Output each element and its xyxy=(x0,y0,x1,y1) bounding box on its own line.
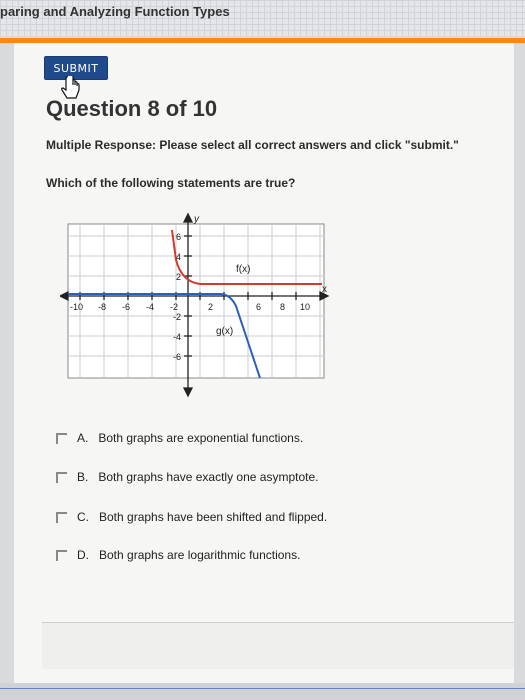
option-letter: D. xyxy=(77,548,89,562)
option-text: Both graphs are logarithmic functions. xyxy=(99,548,301,562)
option-d[interactable]: D. Both graphs are logarithmic functions… xyxy=(56,545,300,565)
x-tick-label: -4 xyxy=(146,302,154,312)
x-tick-label: -2 xyxy=(170,302,178,312)
y-axis-down-arrow xyxy=(182,387,194,398)
x-tick-label: 10 xyxy=(300,302,310,312)
x-tick-label: 6 xyxy=(256,302,261,312)
g-label: g(x) xyxy=(216,326,233,337)
x-tick-label: 2 xyxy=(208,302,213,312)
checkbox-a[interactable] xyxy=(56,432,67,444)
x-tick-label: -8 xyxy=(98,302,106,312)
footer-panel xyxy=(42,622,514,669)
option-a[interactable]: A. Both graphs are exponential functions… xyxy=(56,428,303,448)
bottom-divider xyxy=(0,688,525,689)
x-tick-label: -10 xyxy=(70,302,83,312)
option-text: Both graphs have been shifted and flippe… xyxy=(99,510,328,524)
y-tick-label: 4 xyxy=(176,252,181,262)
f-label: f(x) xyxy=(236,264,250,275)
y-tick-label: -4 xyxy=(173,332,181,342)
y-tick-label: 6 xyxy=(176,232,181,242)
checkbox-b[interactable] xyxy=(56,471,67,483)
checkbox-d[interactable] xyxy=(56,549,67,561)
option-letter: B. xyxy=(77,470,89,484)
y-tick-label: -2 xyxy=(173,312,181,322)
option-letter: C. xyxy=(77,510,89,524)
option-letter: A. xyxy=(77,431,89,445)
bottom-strip xyxy=(0,683,525,700)
instructions-text: Multiple Response: Please select all cor… xyxy=(46,138,459,152)
page-header-title: paring and Analyzing Function Types xyxy=(0,4,230,19)
x-axis-left-arrow xyxy=(60,290,69,302)
x-tick-label: -6 xyxy=(122,302,130,312)
checkbox-c[interactable] xyxy=(56,511,67,523)
option-text: Both graphs have exactly one asymptote. xyxy=(98,470,319,484)
y-tick-label: 2 xyxy=(176,272,181,282)
question-prompt: Which of the following statements are tr… xyxy=(46,176,296,190)
function-graph: x y -10 -8 -6 -4 -2 2 6 8 10 6 4 2 -2 -4… xyxy=(60,212,330,398)
graph-frame xyxy=(67,223,325,379)
question-title: Question 8 of 10 xyxy=(46,96,218,121)
option-c[interactable]: C. Both graphs have been shifted and fli… xyxy=(56,507,327,527)
y-axis-up-arrow xyxy=(182,212,194,223)
y-axis-label: y xyxy=(193,214,200,225)
option-text: Both graphs are exponential functions. xyxy=(98,431,304,445)
x-tick-label: 8 xyxy=(280,302,285,312)
option-b[interactable]: B. Both graphs have exactly one asymptot… xyxy=(56,467,318,487)
y-tick-label: -6 xyxy=(173,352,181,362)
x-axis-label: x xyxy=(322,284,327,295)
